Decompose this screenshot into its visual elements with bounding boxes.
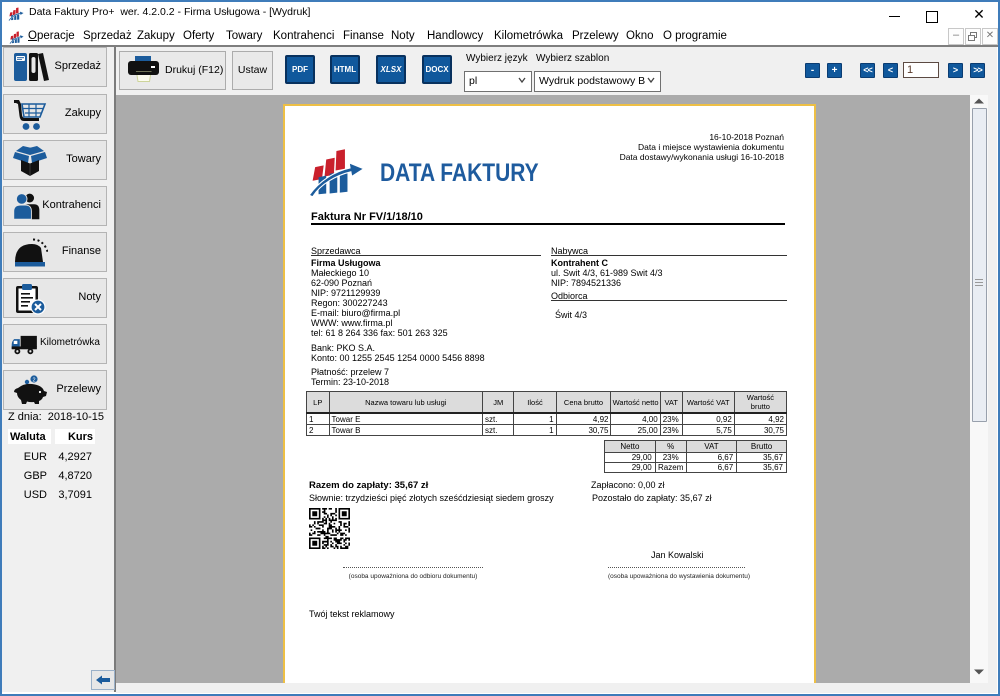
svg-text:2: 2: [32, 377, 35, 383]
